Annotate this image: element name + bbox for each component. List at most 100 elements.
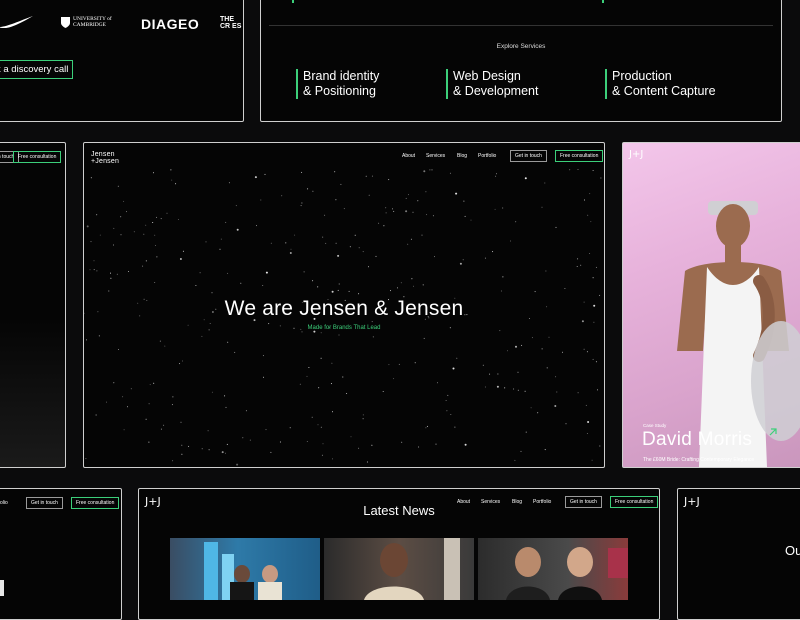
shield-icon bbox=[61, 16, 70, 28]
jensen-logo[interactable]: Jensen +Jensen bbox=[91, 151, 119, 165]
nav-portfolio[interactable]: olio bbox=[0, 500, 8, 506]
star bbox=[410, 238, 412, 240]
star bbox=[524, 177, 527, 180]
case-study-frame[interactable]: J+J Case Study David Morris The £60M Bri… bbox=[622, 142, 800, 468]
star bbox=[86, 339, 88, 341]
star bbox=[263, 376, 264, 378]
service-line: & Content Capture bbox=[612, 84, 716, 98]
star bbox=[586, 433, 588, 434]
star bbox=[172, 460, 174, 462]
star bbox=[597, 389, 598, 391]
star bbox=[580, 264, 582, 266]
star bbox=[434, 256, 435, 258]
star bbox=[423, 337, 425, 339]
star bbox=[96, 214, 98, 216]
star bbox=[95, 414, 97, 416]
star bbox=[205, 241, 207, 243]
nav-services[interactable]: Services bbox=[426, 153, 445, 159]
star bbox=[489, 373, 491, 375]
star bbox=[372, 336, 374, 338]
star bbox=[148, 441, 150, 443]
star bbox=[541, 206, 543, 208]
star bbox=[85, 458, 87, 460]
star bbox=[366, 461, 368, 463]
get-in-touch-button[interactable]: Get in touch bbox=[26, 497, 63, 509]
star bbox=[555, 226, 557, 228]
star bbox=[342, 376, 344, 378]
star bbox=[156, 216, 157, 218]
star bbox=[388, 364, 390, 366]
news-image-3[interactable] bbox=[478, 538, 628, 600]
edge-marker bbox=[0, 580, 4, 596]
star bbox=[160, 428, 162, 430]
star bbox=[334, 171, 336, 173]
star bbox=[464, 215, 466, 217]
star bbox=[142, 265, 144, 267]
star bbox=[153, 172, 154, 174]
star bbox=[592, 170, 594, 171]
news-photo-pair bbox=[506, 547, 628, 600]
service-brand-identity[interactable]: Brand identity & Positioning bbox=[296, 69, 379, 99]
nav-blog[interactable]: Blog bbox=[457, 153, 467, 159]
service-web-design[interactable]: Web Design & Development bbox=[446, 69, 538, 99]
star bbox=[164, 345, 166, 347]
the-cr-es-logo: THE CR ES bbox=[220, 16, 242, 30]
star bbox=[577, 392, 579, 394]
star bbox=[362, 414, 364, 416]
star bbox=[324, 214, 326, 216]
star bbox=[235, 205, 237, 207]
discovery-call-button[interactable]: k a discovery call bbox=[0, 60, 74, 79]
star bbox=[177, 219, 179, 220]
get-in-touch-button[interactable]: Get in touch bbox=[510, 150, 547, 162]
star bbox=[265, 429, 267, 431]
star bbox=[462, 259, 464, 261]
star bbox=[307, 188, 309, 190]
nav-portfolio[interactable]: Portfolio bbox=[478, 153, 496, 159]
star bbox=[390, 290, 391, 292]
jj-logo[interactable]: J+J bbox=[629, 149, 643, 160]
star bbox=[108, 290, 110, 292]
star bbox=[322, 443, 324, 445]
star bbox=[224, 395, 226, 397]
service-production[interactable]: Production & Content Capture bbox=[605, 69, 716, 99]
star bbox=[513, 388, 515, 390]
free-consultation-button[interactable]: Free consultation bbox=[71, 497, 120, 509]
star bbox=[113, 382, 115, 384]
star bbox=[587, 421, 590, 423]
star bbox=[592, 358, 594, 360]
free-consultation-button[interactable]: Free consultation bbox=[555, 150, 604, 162]
star bbox=[592, 277, 594, 279]
hero-tagline: Made for Brands That Lead bbox=[307, 325, 381, 331]
star bbox=[583, 348, 585, 350]
bottom-left-frame: olio Get in touch Free consultation bbox=[0, 488, 122, 620]
star bbox=[118, 349, 119, 350]
nav-about[interactable]: About bbox=[402, 153, 415, 159]
star bbox=[317, 424, 319, 426]
news-image-2[interactable] bbox=[324, 538, 474, 600]
jj-logo[interactable]: J+J bbox=[684, 495, 700, 508]
star bbox=[312, 190, 314, 192]
free-consultation-button[interactable]: Free consultation bbox=[13, 151, 62, 163]
star bbox=[285, 242, 287, 244]
service-line: & Development bbox=[453, 84, 539, 98]
star bbox=[153, 382, 155, 384]
star bbox=[240, 282, 242, 284]
star bbox=[534, 291, 536, 293]
star bbox=[195, 285, 197, 286]
star bbox=[120, 216, 122, 218]
star bbox=[182, 360, 183, 362]
star bbox=[346, 393, 348, 394]
star bbox=[447, 394, 449, 396]
star bbox=[154, 282, 156, 283]
star bbox=[281, 195, 283, 197]
news-image-1[interactable] bbox=[170, 538, 320, 600]
star bbox=[113, 244, 114, 246]
star bbox=[494, 208, 496, 210]
star bbox=[152, 222, 154, 223]
star bbox=[225, 406, 227, 408]
arrow-up-right-icon[interactable] bbox=[769, 428, 777, 436]
star bbox=[426, 425, 428, 427]
star bbox=[182, 250, 184, 252]
star bbox=[279, 441, 281, 443]
star bbox=[569, 169, 571, 171]
